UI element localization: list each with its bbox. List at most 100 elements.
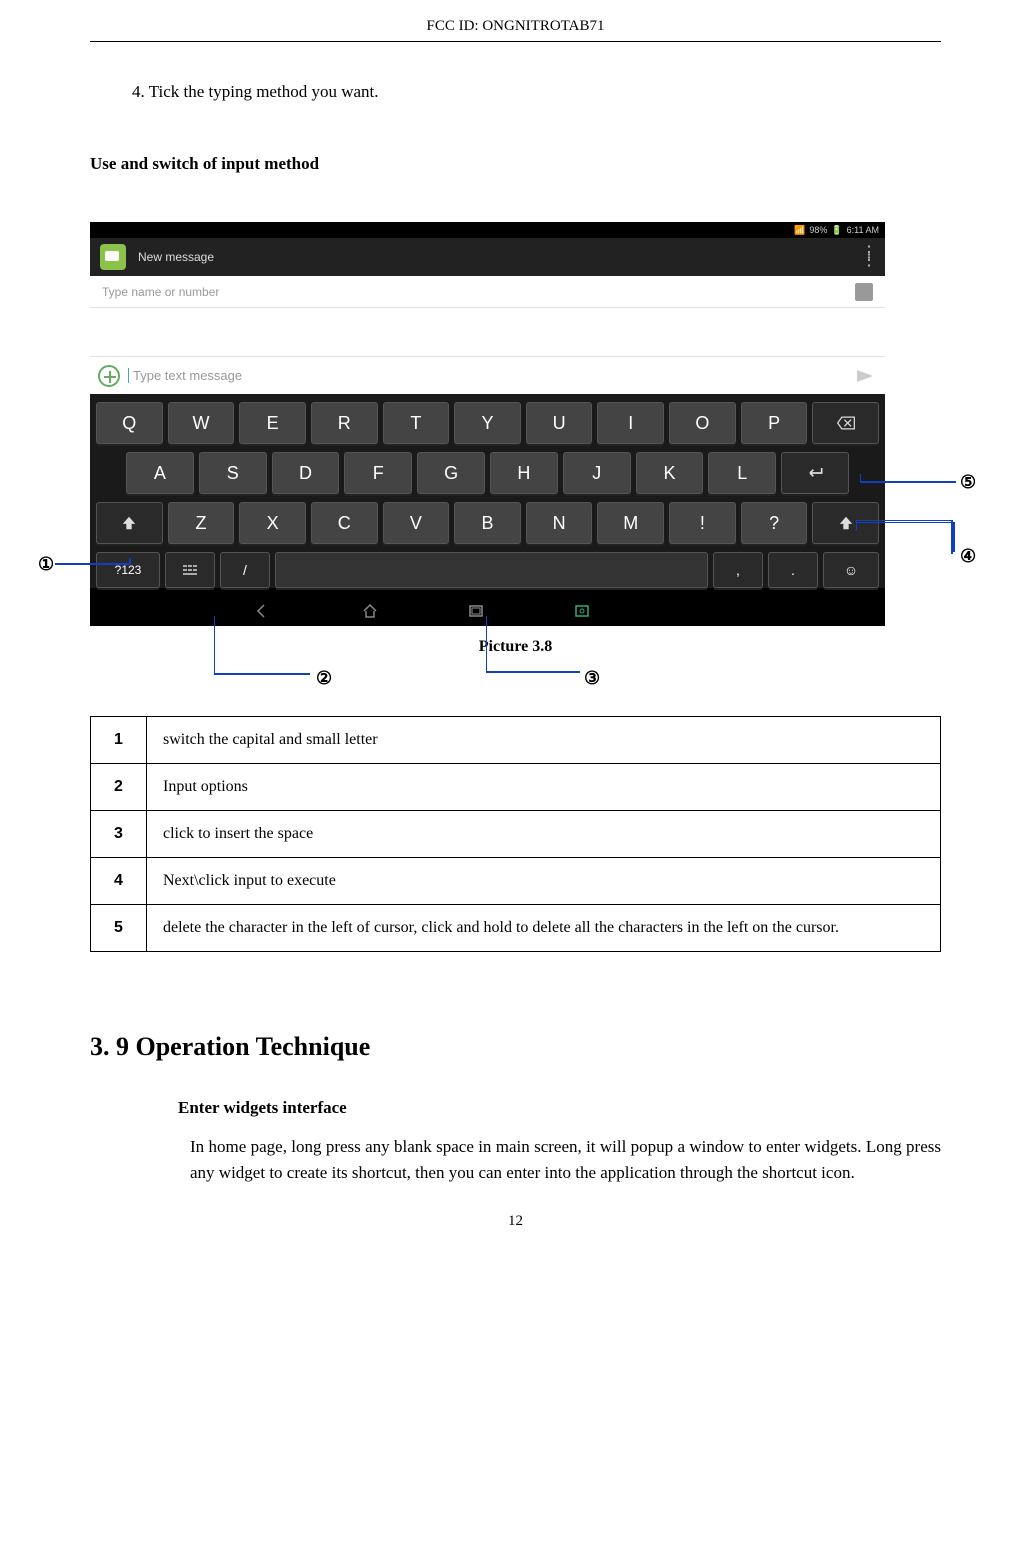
message-body-area <box>90 308 885 356</box>
screenshot-wrapper: ① ② ③ ④ ⑤ 📶 98% 🔋 6:11 AM New message ⋮⋮ <box>90 222 941 656</box>
compose-bar: Type text message <box>90 356 885 394</box>
status-bar: 📶 98% 🔋 6:11 AM <box>90 222 885 238</box>
recipient-field[interactable]: Type name or number <box>90 276 885 308</box>
key-exclaim[interactable]: ! <box>669 502 736 544</box>
key-shift-right[interactable] <box>812 502 879 544</box>
shift-icon <box>836 515 856 531</box>
legend-desc: Next\click input to execute <box>147 858 941 905</box>
key-u[interactable]: U <box>526 402 593 444</box>
legend-table: 1 switch the capital and small letter 2 … <box>90 716 941 952</box>
key-m[interactable]: M <box>597 502 664 544</box>
backspace-icon <box>836 415 856 431</box>
key-e[interactable]: E <box>239 402 306 444</box>
keyboard-row-2: A S D F G H J K L <box>96 452 879 494</box>
key-l[interactable]: L <box>708 452 776 494</box>
key-emoji[interactable]: ☺ <box>823 552 879 588</box>
key-c[interactable]: C <box>311 502 378 544</box>
wifi-icon: 📶 <box>794 225 805 236</box>
legend-num: 3 <box>91 811 147 858</box>
shift-icon <box>119 515 139 531</box>
nav-recent-icon[interactable] <box>468 604 484 618</box>
soft-keyboard: Q W E R T Y U I O P A S D <box>90 394 885 588</box>
key-question[interactable]: ? <box>741 502 808 544</box>
sub-heading: Enter widgets interface <box>178 1098 941 1118</box>
key-q[interactable]: Q <box>96 402 163 444</box>
legend-desc: delete the character in the left of curs… <box>147 905 941 952</box>
keyboard-row-3: Z X C V B N M ! ? <box>96 502 879 544</box>
step-text: 4. Tick the typing method you want. <box>132 82 941 102</box>
android-screenshot: 📶 98% 🔋 6:11 AM New message ⋮⋮ Type name… <box>90 222 885 626</box>
keyboard-row-4: ?123 / , . ☺ <box>96 552 879 588</box>
recipient-placeholder: Type name or number <box>102 285 855 299</box>
settings-icon <box>182 563 198 577</box>
callout-1: ① <box>38 554 54 575</box>
messaging-icon[interactable] <box>100 244 126 270</box>
section-use-switch: Use and switch of input method <box>90 154 941 174</box>
key-k[interactable]: K <box>636 452 704 494</box>
figure-caption: Picture 3.8 <box>90 638 941 656</box>
status-time: 6:11 AM <box>847 225 879 235</box>
key-numsym[interactable]: ?123 <box>96 552 160 588</box>
app-title: New message <box>138 250 849 264</box>
key-i[interactable]: I <box>597 402 664 444</box>
key-a[interactable]: A <box>126 452 194 494</box>
key-f[interactable]: F <box>344 452 412 494</box>
key-j[interactable]: J <box>563 452 631 494</box>
callout-3: ③ <box>584 668 600 689</box>
page-number: 12 <box>0 1213 1031 1250</box>
callout-4: ④ <box>960 546 976 567</box>
key-backspace[interactable] <box>812 402 879 444</box>
table-row: 4 Next\click input to execute <box>91 858 941 905</box>
callout-2: ② <box>316 668 332 689</box>
key-v[interactable]: V <box>383 502 450 544</box>
key-shift[interactable] <box>96 502 163 544</box>
page-header: FCC ID: ONGNITROTAB71 <box>90 0 941 42</box>
legend-num: 5 <box>91 905 147 952</box>
table-row: 2 Input options <box>91 764 941 811</box>
key-y[interactable]: Y <box>454 402 521 444</box>
key-w[interactable]: W <box>168 402 235 444</box>
key-d[interactable]: D <box>272 452 340 494</box>
key-z[interactable]: Z <box>168 502 235 544</box>
send-icon[interactable] <box>857 370 873 382</box>
app-bar: New message ⋮⋮ <box>90 238 885 276</box>
key-enter[interactable] <box>781 452 849 494</box>
key-p[interactable]: P <box>741 402 808 444</box>
callout-5: ⑤ <box>960 472 976 493</box>
key-input-options[interactable] <box>165 552 215 588</box>
legend-num: 4 <box>91 858 147 905</box>
key-h[interactable]: H <box>490 452 558 494</box>
key-b[interactable]: B <box>454 502 521 544</box>
key-comma[interactable]: , <box>713 552 763 588</box>
add-attachment-icon[interactable] <box>98 365 120 387</box>
legend-num: 2 <box>91 764 147 811</box>
key-s[interactable]: S <box>199 452 267 494</box>
key-x[interactable]: X <box>239 502 306 544</box>
nav-screenshot-icon[interactable] <box>574 604 590 618</box>
compose-placeholder[interactable]: Type text message <box>128 368 849 383</box>
legend-desc: Input options <box>147 764 941 811</box>
overflow-menu-icon[interactable]: ⋮⋮ <box>861 249 875 265</box>
key-space[interactable] <box>275 552 708 588</box>
battery-text: 98% <box>809 225 827 235</box>
key-r[interactable]: R <box>311 402 378 444</box>
key-g[interactable]: G <box>417 452 485 494</box>
key-n[interactable]: N <box>526 502 593 544</box>
table-row: 5 delete the character in the left of cu… <box>91 905 941 952</box>
nav-home-icon[interactable] <box>362 604 378 618</box>
legend-desc: switch the capital and small letter <box>147 717 941 764</box>
key-period[interactable]: . <box>768 552 818 588</box>
legend-desc: click to insert the space <box>147 811 941 858</box>
nav-bar <box>90 596 885 626</box>
fcc-id-text: FCC ID: ONGNITROTAB71 <box>427 18 605 34</box>
legend-num: 1 <box>91 717 147 764</box>
section-heading: 3. 9 Operation Technique <box>90 1032 941 1062</box>
table-row: 3 click to insert the space <box>91 811 941 858</box>
body-paragraph: In home page, long press any blank space… <box>190 1134 941 1185</box>
key-t[interactable]: T <box>383 402 450 444</box>
key-o[interactable]: O <box>669 402 736 444</box>
battery-icon: 🔋 <box>831 225 842 236</box>
key-slash[interactable]: / <box>220 552 270 588</box>
contact-picker-icon[interactable] <box>855 283 873 301</box>
nav-back-icon[interactable] <box>256 604 272 618</box>
